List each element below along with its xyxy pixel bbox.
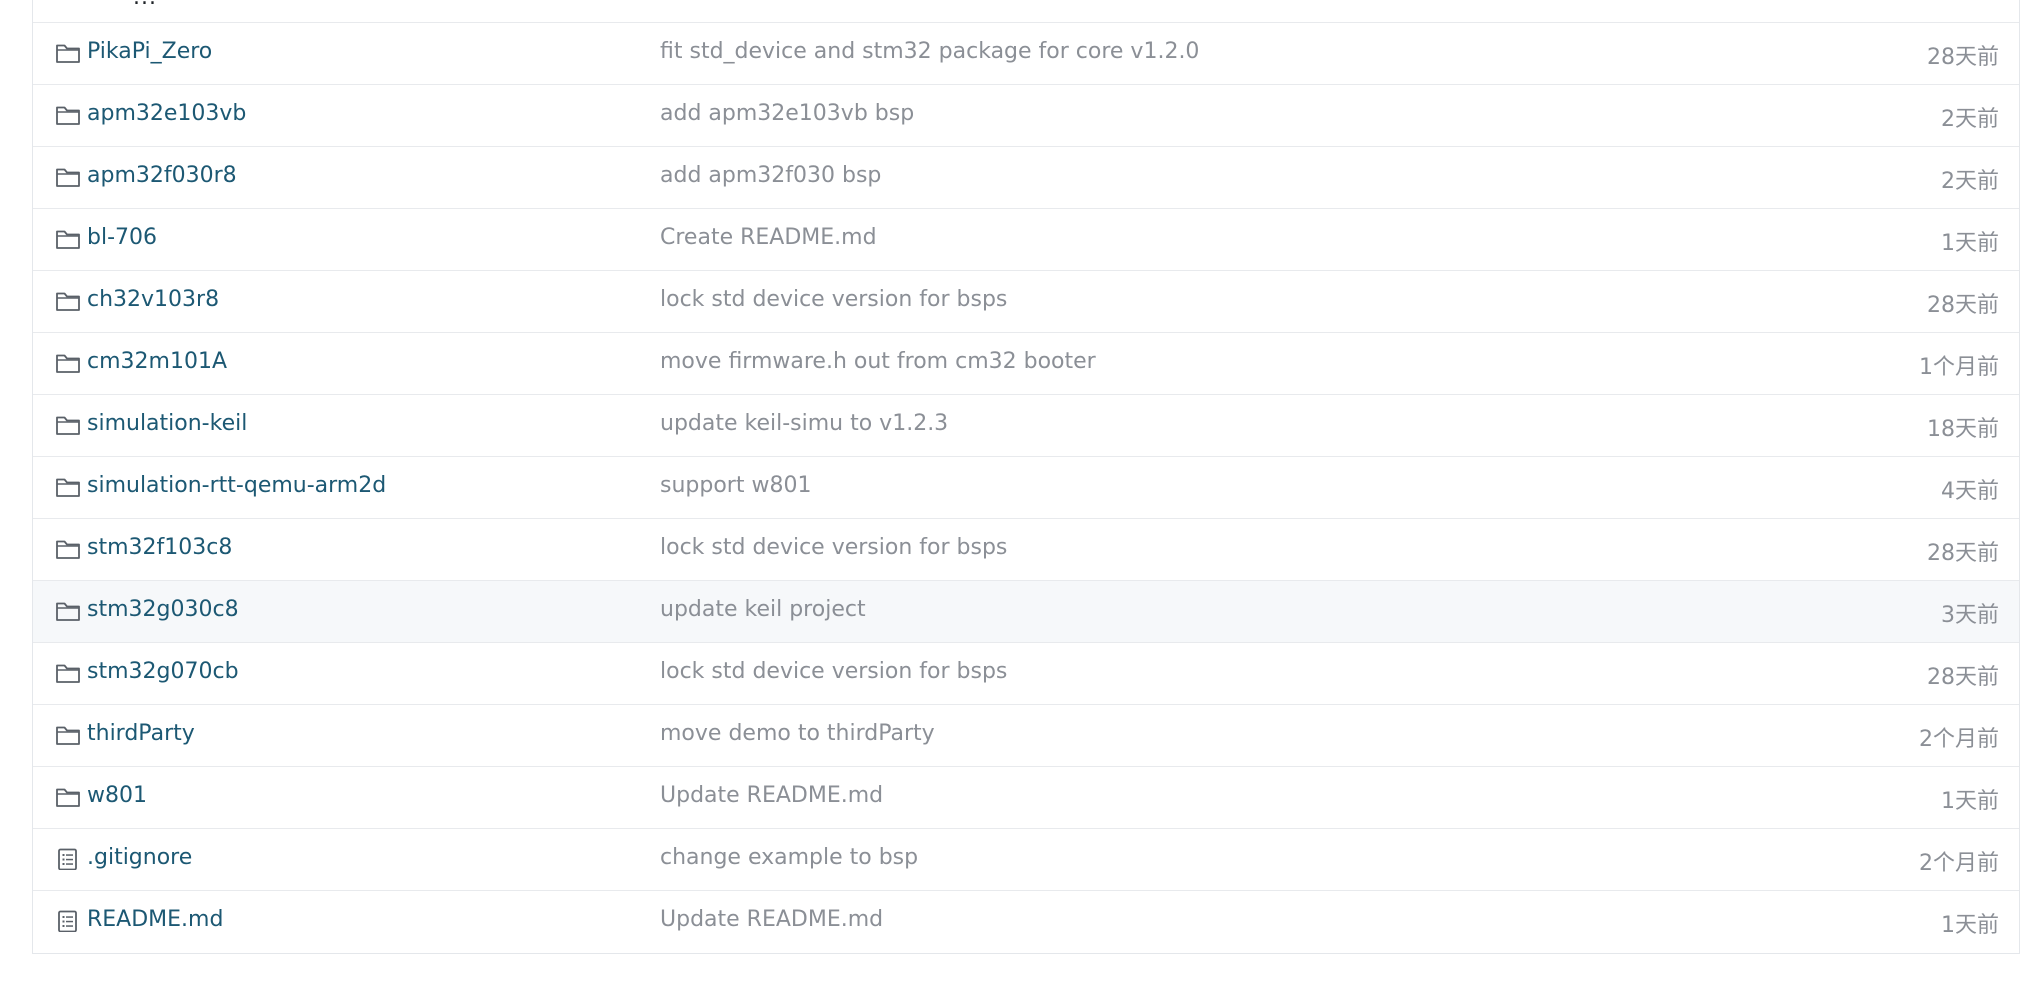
table-row[interactable]: apm32f030r8 add apm32f030 bsp 2天前 [33, 147, 2019, 209]
folder-name-link[interactable]: ch32v103r8 [87, 287, 219, 312]
folder-name-link[interactable]: cm32m101A [87, 349, 227, 374]
table-row[interactable]: stm32g070cb lock std device version for b… [33, 643, 2019, 705]
folder-name-link[interactable]: stm32g070cb [87, 659, 239, 684]
commit-message-link[interactable]: lock std device version for bsps [660, 287, 1007, 312]
folder-name-link[interactable]: simulation-keil [87, 411, 247, 436]
file-icon [55, 910, 81, 932]
commit-message-link[interactable]: change example to bsp [660, 845, 918, 870]
commit-time: 4天前 [1941, 479, 1999, 504]
table-row[interactable]: w801 Update README.md 1天前 [33, 767, 2019, 829]
commit-time: 2天前 [1941, 107, 1999, 132]
commit-message-link[interactable]: add apm32e103vb bsp [660, 101, 914, 126]
folder-icon [55, 290, 81, 312]
file-list: ... PikaPi_Zero fit std_device and stm32 … [32, 0, 2020, 954]
commit-time: 2个月前 [1919, 727, 1999, 752]
partial-row-top: ... [33, 0, 2019, 23]
folder-icon [55, 42, 81, 64]
commit-time: 28天前 [1927, 541, 1999, 566]
commit-time: 1天前 [1941, 231, 1999, 256]
table-row[interactable]: simulation-rtt-qemu-arm2d support w801 4天前 [33, 457, 2019, 519]
commit-message-link[interactable]: fit std_device and stm32 package for cor… [660, 39, 1199, 64]
folder-icon [55, 166, 81, 188]
file-icon [55, 848, 81, 870]
commit-time: 1天前 [1941, 789, 1999, 814]
commit-time: 2天前 [1941, 169, 1999, 194]
table-row[interactable]: thirdParty move demo to thirdParty 2个月前 [33, 705, 2019, 767]
commit-message-link[interactable]: update keil-simu to v1.2.3 [660, 411, 948, 436]
partial-row-text: ... [133, 0, 157, 10]
commit-message-link[interactable]: update keil project [660, 597, 866, 622]
table-row[interactable]: cm32m101A move firmware.h out from cm32 b… [33, 333, 2019, 395]
folder-icon [55, 600, 81, 622]
folder-name-link[interactable]: bl-706 [87, 225, 157, 250]
folder-name-link[interactable]: simulation-rtt-qemu-arm2d [87, 473, 386, 498]
folder-icon [55, 662, 81, 684]
commit-time: 3天前 [1941, 603, 1999, 628]
commit-time: 28天前 [1927, 293, 1999, 318]
table-row[interactable]: .gitignore change example to bsp 2个月前 [33, 829, 2019, 891]
folder-icon [55, 724, 81, 746]
folder-name-link[interactable]: w801 [87, 783, 147, 808]
commit-time: 1天前 [1941, 913, 1999, 938]
table-row[interactable]: README.md Update README.md 1天前 [33, 891, 2019, 953]
commit-message-link[interactable]: move demo to thirdParty [660, 721, 935, 746]
folder-name-link[interactable]: thirdParty [87, 721, 195, 746]
table-row[interactable]: bl-706 Create README.md 1天前 [33, 209, 2019, 271]
folder-icon [55, 538, 81, 560]
folder-name-link[interactable]: apm32f030r8 [87, 163, 237, 188]
commit-message-link[interactable]: Update README.md [660, 783, 883, 808]
commit-time: 2个月前 [1919, 851, 1999, 876]
table-row[interactable]: apm32e103vb add apm32e103vb bsp 2天前 [33, 85, 2019, 147]
folder-name-link[interactable]: apm32e103vb [87, 101, 246, 126]
table-row[interactable]: simulation-keil update keil-simu to v1.2.… [33, 395, 2019, 457]
table-row[interactable]: stm32f103c8 lock std device version for b… [33, 519, 2019, 581]
commit-message-link[interactable]: support w801 [660, 473, 811, 498]
commit-message-link[interactable]: add apm32f030 bsp [660, 163, 881, 188]
commit-time: 28天前 [1927, 45, 1999, 70]
commit-message-link[interactable]: lock std device version for bsps [660, 535, 1007, 560]
folder-icon [55, 476, 81, 498]
table-row[interactable]: stm32g030c8 update keil project 3天前 [33, 581, 2019, 643]
folder-name-link[interactable]: stm32g030c8 [87, 597, 239, 622]
commit-time: 1个月前 [1919, 355, 1999, 380]
table-row[interactable]: ch32v103r8 lock std device version for bs… [33, 271, 2019, 333]
file-name-link[interactable]: README.md [87, 907, 223, 932]
folder-icon [55, 786, 81, 808]
commit-message-link[interactable]: lock std device version for bsps [660, 659, 1007, 684]
folder-name-link[interactable]: stm32f103c8 [87, 535, 232, 560]
folder-icon [55, 104, 81, 126]
folder-icon [55, 228, 81, 250]
table-row[interactable]: PikaPi_Zero fit std_device and stm32 pack… [33, 23, 2019, 85]
commit-time: 18天前 [1927, 417, 1999, 442]
folder-name-link[interactable]: PikaPi_Zero [87, 39, 212, 64]
commit-message-link[interactable]: move firmware.h out from cm32 booter [660, 349, 1096, 374]
file-rows: PikaPi_Zero fit std_device and stm32 pack… [33, 23, 2019, 953]
file-name-link[interactable]: .gitignore [87, 845, 192, 870]
folder-icon [55, 352, 81, 374]
commit-message-link[interactable]: Update README.md [660, 907, 883, 932]
folder-icon [55, 414, 81, 436]
commit-message-link[interactable]: Create README.md [660, 225, 877, 250]
commit-time: 28天前 [1927, 665, 1999, 690]
